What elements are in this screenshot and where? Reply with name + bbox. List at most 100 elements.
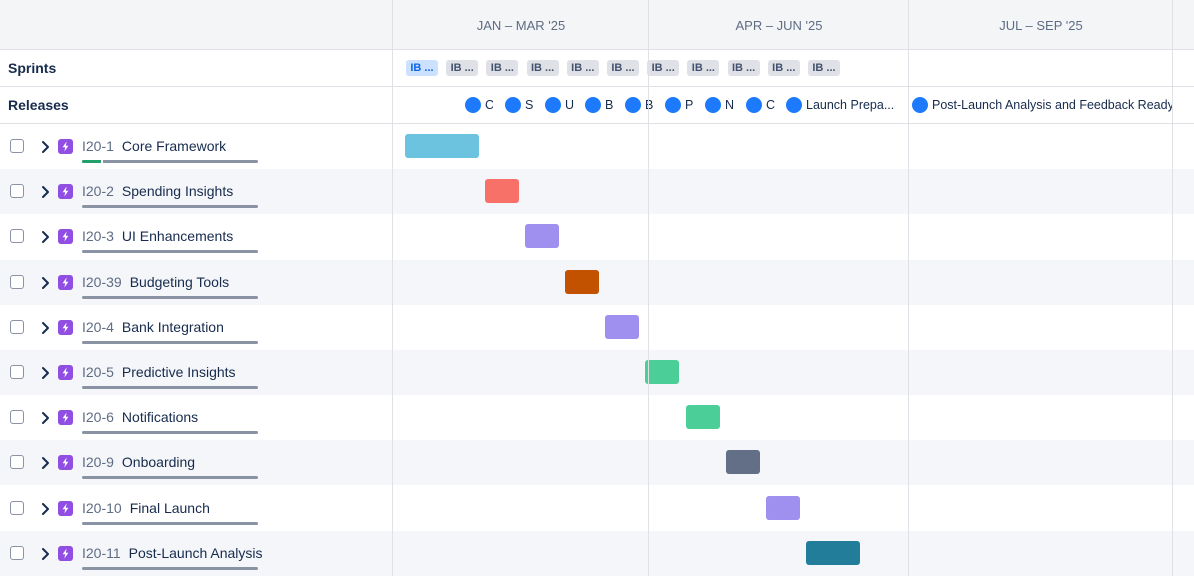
release-dot-icon <box>625 97 641 113</box>
timeline-bar[interactable] <box>766 495 800 520</box>
release-label: P <box>685 98 694 112</box>
timeline-bar[interactable] <box>405 134 479 158</box>
row-checkbox[interactable] <box>10 139 24 153</box>
issue-key[interactable]: I20-2 <box>82 183 114 199</box>
issue-key[interactable]: I20-4 <box>82 319 114 335</box>
progress-bar <box>82 340 258 344</box>
release-marker[interactable]: Launch Prepa... <box>786 96 898 114</box>
release-marker[interactable]: N <box>705 96 735 114</box>
issue-title[interactable]: Core Framework <box>122 138 226 154</box>
row-checkbox[interactable] <box>10 184 24 199</box>
sprint-chip[interactable]: IB ... <box>687 60 720 76</box>
timeline-bar[interactable] <box>806 540 860 565</box>
issue-title[interactable]: Notifications <box>122 409 198 425</box>
issue-item[interactable]: I20-2 Spending Insights <box>82 183 233 199</box>
issue-title[interactable]: Budgeting Tools <box>130 274 229 290</box>
timeline-bar[interactable] <box>485 179 519 204</box>
timeline-bar[interactable] <box>565 269 599 294</box>
release-marker[interactable]: B <box>585 96 615 114</box>
chevron-right-icon[interactable] <box>39 366 51 380</box>
chevron-right-icon[interactable] <box>39 140 51 154</box>
chevron-right-icon[interactable] <box>39 276 51 290</box>
chevron-right-icon[interactable] <box>39 185 51 199</box>
issue-title[interactable]: UI Enhancements <box>122 228 233 244</box>
progress-bar <box>82 205 258 209</box>
timeline-bar[interactable] <box>525 224 559 249</box>
issue-item[interactable]: I20-6 Notifications <box>82 409 198 425</box>
sprint-chip[interactable]: IB ... <box>566 60 599 76</box>
row-checkbox[interactable] <box>10 410 24 425</box>
release-label: C <box>485 98 493 112</box>
epic-icon <box>58 184 73 200</box>
sprint-chip[interactable]: IB ... <box>486 60 519 76</box>
chevron-right-icon[interactable] <box>39 230 51 244</box>
release-label: B <box>645 98 654 112</box>
row-checkbox[interactable] <box>10 500 24 515</box>
issue-key[interactable]: I20-3 <box>82 228 114 244</box>
release-dot-icon <box>545 97 561 113</box>
release-dot-icon <box>912 97 928 113</box>
issue-title[interactable]: Predictive Insights <box>122 364 236 380</box>
issue-item[interactable]: I20-1 Core Framework <box>82 138 226 154</box>
progress-bar <box>82 295 258 299</box>
issue-key[interactable]: I20-11 <box>82 545 121 561</box>
release-marker[interactable]: C <box>465 96 493 114</box>
release-marker[interactable]: Post-Launch Analysis and Feedback Ready <box>912 96 1172 114</box>
release-dot-icon <box>465 97 481 113</box>
timeline-bar[interactable] <box>645 360 679 384</box>
issue-title[interactable]: Final Launch <box>130 500 210 516</box>
sprint-chip[interactable]: IB ... <box>406 60 438 76</box>
issue-key[interactable]: I20-5 <box>82 364 114 380</box>
sprint-chip[interactable]: IB ... <box>727 60 760 76</box>
chevron-right-icon[interactable] <box>39 502 51 516</box>
sprint-chip[interactable]: IB ... <box>607 60 639 76</box>
issue-item[interactable]: I20-4 Bank Integration <box>82 319 224 335</box>
issue-title[interactable]: Spending Insights <box>122 183 233 199</box>
sprint-chip[interactable]: IB ... <box>446 60 479 76</box>
grid-row-line <box>0 123 1194 124</box>
issue-key[interactable]: I20-1 <box>82 138 114 154</box>
issue-key[interactable]: I20-9 <box>82 454 114 470</box>
issue-title[interactable]: Post-Launch Analysis <box>129 545 263 561</box>
release-marker[interactable]: P <box>665 96 695 114</box>
timeline-bar[interactable] <box>726 450 760 475</box>
row-checkbox[interactable] <box>10 365 24 379</box>
release-marker[interactable]: S <box>505 96 533 114</box>
issue-item[interactable]: I20-39 Budgeting Tools <box>82 274 229 290</box>
sprint-chip[interactable]: IB ... <box>647 60 680 76</box>
progress-bar <box>82 386 258 389</box>
epic-icon <box>58 274 73 290</box>
release-marker[interactable]: C <box>746 96 778 114</box>
chevron-right-icon[interactable] <box>39 456 51 470</box>
issue-key[interactable]: I20-39 <box>82 274 122 290</box>
row-checkbox[interactable] <box>10 455 24 470</box>
timeline-bar[interactable] <box>686 405 720 430</box>
timeline-bar[interactable] <box>605 314 639 339</box>
issue-key[interactable]: I20-10 <box>82 500 122 516</box>
issue-item[interactable]: I20-5 Predictive Insights <box>82 364 236 380</box>
chevron-right-icon[interactable] <box>39 411 51 425</box>
epic-icon <box>58 455 73 471</box>
sprint-chip[interactable]: IB ... <box>526 60 559 76</box>
progress-bar <box>82 476 258 480</box>
issue-item[interactable]: I20-10 Final Launch <box>82 500 210 516</box>
release-marker[interactable]: B <box>625 96 655 114</box>
row-checkbox[interactable] <box>10 545 24 560</box>
row-checkbox[interactable] <box>10 274 24 289</box>
issue-title[interactable]: Onboarding <box>122 454 195 470</box>
grid-row-line <box>0 49 1194 50</box>
sprint-chip[interactable]: IB ... <box>808 60 840 76</box>
row-checkbox[interactable] <box>10 319 24 334</box>
sprint-chip[interactable]: IB ... <box>767 60 800 76</box>
release-marker[interactable]: U <box>545 96 575 114</box>
issue-item[interactable]: I20-9 Onboarding <box>82 454 195 470</box>
release-dot-icon <box>746 97 762 113</box>
chevron-right-icon[interactable] <box>39 547 51 561</box>
row-checkbox[interactable] <box>10 229 24 244</box>
release-dot-icon <box>705 97 721 113</box>
issue-item[interactable]: I20-11 Post-Launch Analysis <box>82 545 263 561</box>
issue-item[interactable]: I20-3 UI Enhancements <box>82 228 233 244</box>
chevron-right-icon[interactable] <box>39 321 51 335</box>
issue-title[interactable]: Bank Integration <box>122 319 224 335</box>
issue-key[interactable]: I20-6 <box>82 409 114 425</box>
